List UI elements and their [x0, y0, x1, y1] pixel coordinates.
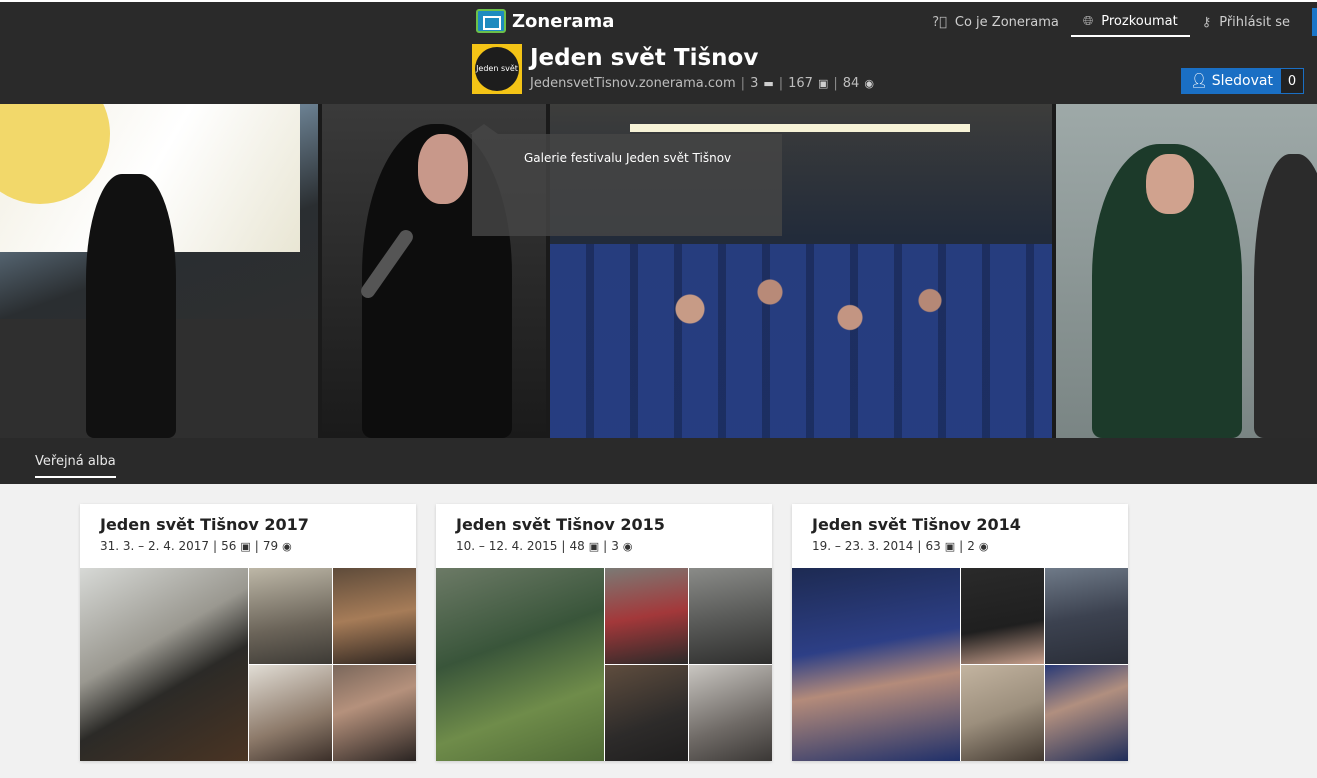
eye-icon: ◉ [622, 539, 633, 553]
album-thumbnail[interactable] [961, 568, 1044, 664]
album-card[interactable]: Jeden svět Tišnov 2014 19. – 23. 3. 2014… [792, 504, 1128, 761]
album-photo-count: 63 [925, 539, 941, 553]
album-meta: 19. – 23. 3. 2014 | 63 ▣ | 2 ◉ [812, 539, 989, 553]
zonerama-logo[interactable]: Zonerama [476, 8, 614, 34]
album-title[interactable]: Jeden svět Tišnov 2017 [100, 515, 309, 534]
album-thumbnail[interactable] [792, 568, 960, 761]
album-thumbnail[interactable] [605, 568, 688, 664]
nav-item-about-label: Co je Zonerama [954, 14, 1059, 30]
photo-icon: ▣ [240, 539, 251, 553]
album-view-count: 2 [967, 539, 975, 553]
album-thumbnail[interactable] [1045, 568, 1128, 664]
album-thumbnail[interactable] [605, 665, 688, 761]
folder-icon: ▬ [763, 77, 774, 90]
album-dates: 10. – 12. 4. 2015 [456, 539, 558, 553]
album-thumbnail[interactable] [689, 568, 772, 664]
profile-url[interactable]: JedensvetTisnov.zonerama.com [530, 76, 736, 91]
album-thumbnail[interactable] [689, 665, 772, 761]
nav-edge-button[interactable] [1312, 8, 1317, 36]
album-thumbnail[interactable] [333, 665, 416, 761]
album-meta: 31. 3. – 2. 4. 2017 | 56 ▣ | 79 ◉ [100, 539, 292, 553]
album-thumbnails[interactable] [792, 568, 1128, 761]
gallery-photo-hosts[interactable] [1056, 104, 1317, 438]
album-view-count: 79 [262, 539, 279, 553]
nav-item-explore[interactable]: 🌐︎ Prozkoumat [1070, 8, 1190, 37]
album-thumbnails[interactable] [80, 568, 416, 761]
profile-stats: JedensvetTisnov.zonerama.com | 3 ▬ | 167… [530, 76, 874, 91]
top-edge-line [0, 0, 1317, 2]
photo-icon: ▣ [588, 539, 600, 553]
question-circle-icon: ?⃝ [932, 14, 947, 30]
album-count: 3 [750, 76, 759, 91]
gallery-caption: Galerie festivalu Jeden svět Tišnov [472, 134, 782, 236]
album-photo-count: 56 [221, 539, 237, 553]
follow-button[interactable]: 👤︎ Sledovat [1182, 69, 1281, 93]
logo-text: Zonerama [512, 10, 615, 32]
profile-info: Jeden svět Tišnov JedensvetTisnov.zonera… [530, 44, 874, 94]
main-nav: ?⃝ Co je Zonerama 🌐︎ Prozkoumat ⚷ Přihlá… [920, 8, 1317, 37]
album-thumbnail[interactable] [249, 568, 332, 664]
album-thumbnail[interactable] [436, 568, 604, 761]
tab-public-albums[interactable]: Veřejná alba [35, 454, 116, 478]
album-dates: 31. 3. – 2. 4. 2017 [100, 539, 210, 553]
album-title[interactable]: Jeden svět Tišnov 2015 [456, 515, 665, 534]
profile-header: Jeden svět Jeden svět Tišnov JedensvetTi… [472, 44, 874, 94]
add-user-icon: 👤︎ [1190, 73, 1208, 89]
eye-icon: ◉ [282, 539, 292, 553]
album-thumbnail[interactable] [961, 665, 1044, 761]
top-bar: Zonerama ?⃝ Co je Zonerama 🌐︎ Prozkoumat… [0, 0, 1317, 104]
tab-bar: Veřejná alba [0, 438, 1317, 484]
album-thumbnail[interactable] [80, 568, 248, 761]
key-icon: ⚷ [1201, 14, 1212, 30]
album-title[interactable]: Jeden svět Tišnov 2014 [812, 515, 1021, 534]
follow-control[interactable]: 👤︎ Sledovat 0 [1181, 68, 1304, 94]
avatar[interactable]: Jeden svět [472, 44, 522, 94]
avatar-text: Jeden svět [475, 47, 519, 91]
nav-item-login[interactable]: ⚷ Přihlásit se [1190, 8, 1302, 36]
photo-icon: ▣ [817, 77, 829, 90]
gallery-photo-speaker[interactable] [0, 104, 318, 438]
album-thumbnails[interactable] [436, 568, 772, 761]
zonerama-logo-icon [476, 9, 506, 33]
view-count: 84 [842, 76, 860, 91]
album-thumbnail[interactable] [1045, 665, 1128, 761]
globe-icon: 🌐︎ [1082, 13, 1094, 29]
album-thumbnail[interactable] [333, 568, 416, 664]
album-thumbnail[interactable] [249, 665, 332, 761]
nav-item-about[interactable]: ?⃝ Co je Zonerama [920, 8, 1071, 36]
follow-count: 0 [1280, 69, 1303, 93]
album-view-count: 3 [611, 539, 619, 553]
nav-item-explore-label: Prozkoumat [1101, 13, 1178, 29]
album-photo-count: 48 [569, 539, 585, 553]
photo-icon: ▣ [944, 539, 956, 553]
follow-label: Sledovat [1211, 73, 1273, 89]
album-card[interactable]: Jeden svět Tišnov 2015 10. – 12. 4. 2015… [436, 504, 772, 761]
page-title: Jeden svět Tišnov [530, 45, 759, 71]
eye-icon: ◉ [978, 539, 989, 553]
album-card[interactable]: Jeden svět Tišnov 2017 31. 3. – 2. 4. 20… [80, 504, 416, 761]
nav-item-login-label: Přihlásit se [1219, 14, 1290, 30]
eye-icon: ◉ [864, 77, 874, 90]
caption-arrow [470, 124, 498, 134]
photo-count: 167 [788, 76, 813, 91]
album-meta: 10. – 12. 4. 2015 | 48 ▣ | 3 ◉ [456, 539, 633, 553]
album-dates: 19. – 23. 3. 2014 [812, 539, 914, 553]
